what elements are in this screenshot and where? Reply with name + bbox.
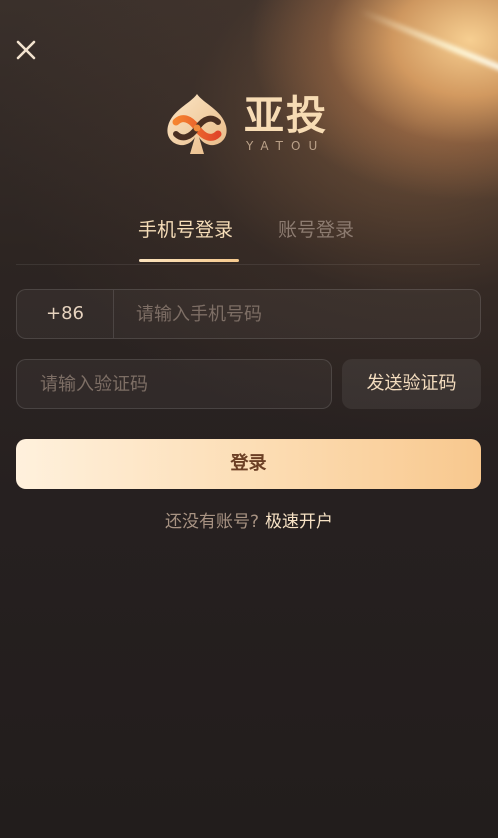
verification-code-input[interactable] — [40, 360, 320, 408]
phone-input[interactable] — [136, 290, 466, 338]
phone-field: +86 — [16, 289, 481, 339]
register-prompt-text: 还没有账号? — [164, 512, 260, 532]
spade-logo-icon — [167, 94, 227, 154]
quick-register-link[interactable]: 极速开户 — [265, 512, 333, 532]
send-code-button[interactable]: 发送验证码 — [342, 359, 481, 409]
login-tabs: 手机号登录 账号登录 — [16, 214, 480, 265]
close-button[interactable] — [12, 36, 40, 64]
active-tab-indicator — [139, 259, 239, 262]
verification-code-field — [16, 359, 332, 409]
brand-logo: 亚投 YATOU — [164, 92, 339, 156]
brand-subtitle: YATOU — [246, 139, 326, 153]
tab-phone-login[interactable]: 手机号登录 — [138, 216, 233, 244]
country-code-selector[interactable]: +86 — [17, 290, 114, 338]
login-button[interactable]: 登录 — [16, 439, 481, 489]
tab-account-login[interactable]: 账号登录 — [278, 216, 354, 244]
register-prompt-row: 还没有账号? 极速开户 — [0, 510, 498, 534]
brand-name: 亚投 — [244, 93, 328, 139]
close-icon — [16, 40, 36, 60]
